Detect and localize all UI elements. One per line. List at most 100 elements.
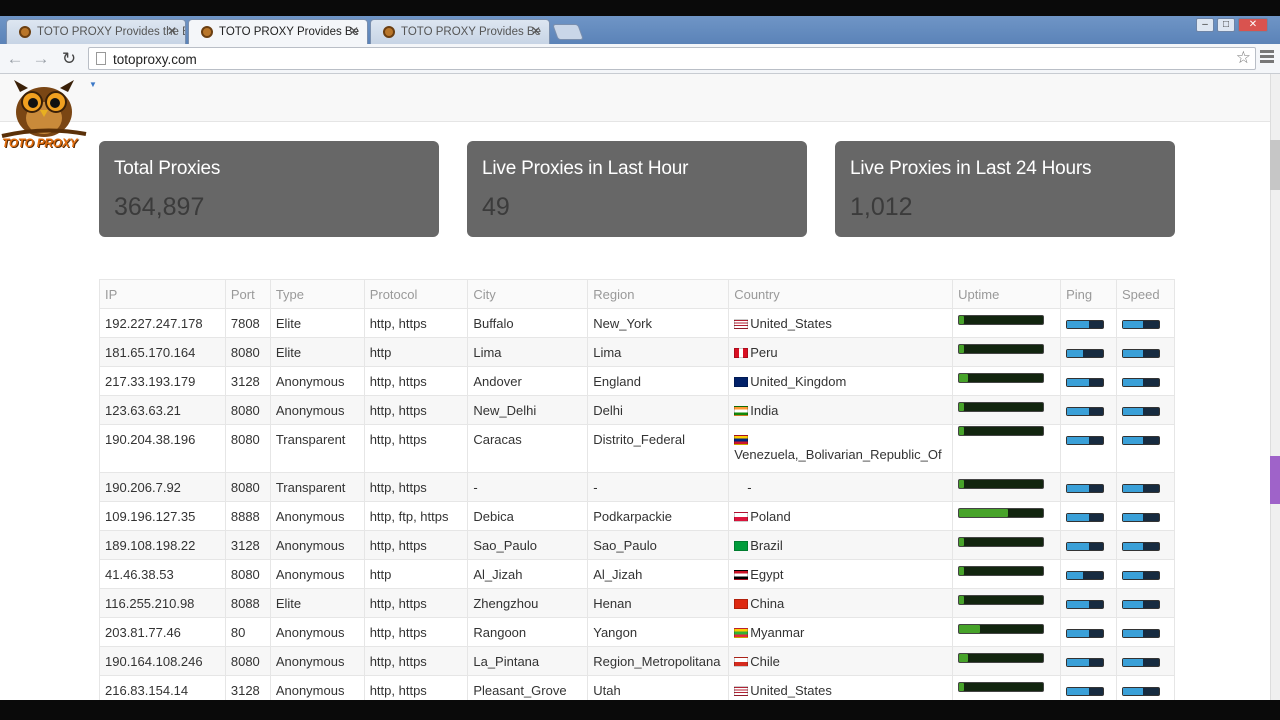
cell-speed [1116, 472, 1175, 502]
uptime-bar [958, 566, 1045, 576]
owl-logo[interactable]: TOTO PROXY [0, 78, 88, 150]
stat-total-proxies: Total Proxies 364,897 [99, 141, 439, 237]
column-header[interactable]: Uptime [952, 279, 1062, 309]
tab-1[interactable]: TOTO PROXY Provides the Best V ✕ [6, 19, 186, 44]
back-arrow-icon[interactable]: ← [4, 49, 26, 69]
flag-br-icon [734, 540, 749, 551]
cell-region: Podkarpackie [587, 501, 730, 531]
cell-ping [1060, 588, 1117, 618]
flag-cn-icon [734, 598, 749, 609]
cell-speed [1116, 308, 1175, 338]
cell-type: Elite [269, 588, 365, 618]
address-bar[interactable]: totoproxy.com ☆ [88, 47, 1256, 70]
ping-bar-fill [1067, 349, 1084, 357]
cell-protocol: http, https [363, 308, 469, 338]
cell-ip: 190.164.108.246 [99, 646, 226, 676]
maximize-button[interactable]: □ [1217, 18, 1235, 32]
cell-uptime [952, 337, 1062, 367]
new-tab-button[interactable] [552, 24, 584, 40]
column-header[interactable]: City [467, 279, 589, 309]
cell-port: 8888 [224, 501, 271, 531]
column-header[interactable]: Speed [1116, 279, 1175, 309]
close-icon[interactable]: ✕ [167, 24, 177, 38]
close-icon[interactable]: ✕ [349, 24, 359, 38]
table-row: 217.33.193.179 3128 Anonymous http, https An… [99, 366, 1175, 396]
ping-bar [1066, 377, 1105, 387]
cell-ip: 181.65.170.164 [99, 337, 226, 367]
cell-country: Venezuela,_Bolivarian_Republic_Of [728, 424, 954, 473]
stat-live-last-hour: Live Proxies in Last Hour 49 [467, 141, 807, 237]
caret-down-icon[interactable]: ▼ [89, 80, 97, 89]
speed-bar [1122, 570, 1160, 580]
side-panel-handle[interactable] [1270, 456, 1280, 504]
bookmark-star-icon[interactable]: ☆ [1236, 48, 1251, 68]
minimize-button[interactable]: – [1196, 18, 1214, 32]
speed-bar [1122, 512, 1160, 522]
cell-ping [1060, 472, 1117, 502]
stat-title: Live Proxies in Last 24 Hours [850, 158, 1092, 179]
uptime-bar [958, 624, 1045, 634]
ping-bar [1066, 541, 1105, 551]
cell-country: Egypt [728, 559, 954, 589]
scrollbar-thumb[interactable] [1270, 140, 1280, 190]
tab-2[interactable]: TOTO PROXY Provides Be ✕ [188, 19, 368, 44]
speed-bar-fill [1123, 629, 1143, 637]
uptime-bar-fill [959, 625, 981, 633]
cell-uptime [952, 530, 1062, 560]
cell-country: India [728, 395, 954, 425]
owl-favicon-icon [201, 26, 213, 38]
url-text[interactable]: totoproxy.com [113, 52, 197, 67]
flag-pe-icon [734, 347, 749, 358]
reload-icon[interactable]: ↻ [58, 49, 80, 69]
cell-protocol: http, https [363, 617, 469, 647]
country-name: China [750, 595, 785, 611]
cell-type: Anonymous [269, 501, 365, 531]
column-header[interactable]: Ping [1060, 279, 1117, 309]
cell-ip: 41.46.38.53 [99, 559, 226, 589]
uptime-bar [958, 508, 1045, 518]
cell-speed [1116, 617, 1175, 647]
speed-bar-fill [1123, 571, 1143, 579]
cell-region: England [587, 366, 730, 396]
column-header[interactable]: Country [728, 279, 954, 309]
table-row: 109.196.127.35 8888 Anonymous http, ftp, ht… [99, 501, 1175, 531]
country-name: United_States [750, 682, 832, 698]
speed-bar [1122, 657, 1160, 667]
close-icon[interactable]: ✕ [531, 24, 541, 38]
owl-favicon-icon [19, 26, 31, 38]
cell-ping [1060, 424, 1117, 473]
close-window-button[interactable]: ✕ [1238, 18, 1268, 32]
flag-eg-icon [734, 569, 749, 580]
cell-type: Anonymous [269, 646, 365, 676]
menu-icon[interactable] [1260, 50, 1274, 65]
ping-bar [1066, 436, 1105, 446]
flag-cl-icon [734, 656, 749, 667]
column-header[interactable]: Port [224, 279, 271, 309]
uptime-bar-fill [959, 316, 965, 324]
ping-bar [1066, 628, 1105, 638]
speed-bar-fill [1123, 484, 1143, 492]
cell-port: 8088 [224, 588, 271, 618]
cell-type: Anonymous [269, 675, 365, 700]
column-header[interactable]: IP [99, 279, 226, 309]
column-header[interactable]: Type [269, 279, 365, 309]
cell-type: Anonymous [269, 366, 365, 396]
uptime-bar-fill [959, 683, 965, 691]
forward-arrow-icon[interactable]: → [30, 49, 52, 69]
cell-protocol: http, https [363, 646, 469, 676]
cell-uptime [952, 675, 1062, 700]
country-name: - [747, 479, 752, 495]
cell-uptime [952, 366, 1062, 396]
stat-value: 1,012 [850, 193, 913, 221]
cell-speed [1116, 424, 1175, 473]
tab-3[interactable]: TOTO PROXY Provides Be ✕ [370, 19, 550, 44]
cell-speed [1116, 646, 1175, 676]
cell-protocol: http, https [363, 395, 469, 425]
column-header[interactable]: Protocol [363, 279, 469, 309]
column-header[interactable]: Region [587, 279, 730, 309]
flag-mm-icon [734, 627, 749, 638]
cell-region: New_York [587, 308, 730, 338]
cell-protocol: http, https [363, 366, 469, 396]
cell-ping [1060, 395, 1117, 425]
uptime-bar [958, 682, 1045, 692]
